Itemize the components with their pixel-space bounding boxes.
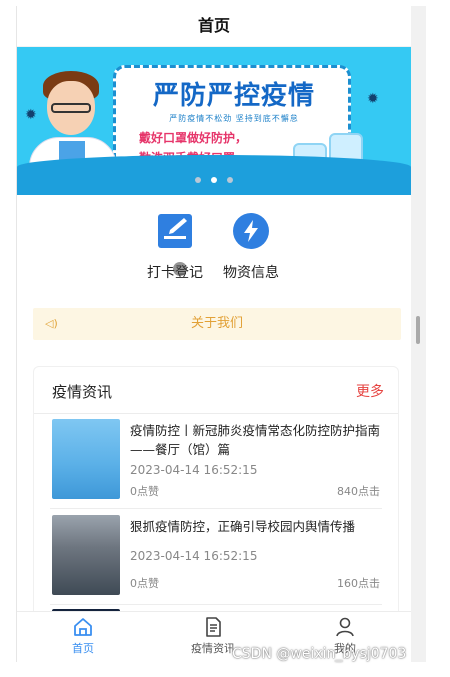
news-item-title: 疫情防控丨新冠肺炎疫情常态化防控防护指南——餐厅（馆）篇 — [130, 423, 381, 457]
carousel-dot-active[interactable] — [211, 177, 217, 183]
news-section-title: 疫情资讯 — [52, 383, 113, 401]
quick-actions: 打卡登记 物资信息 — [17, 212, 411, 290]
divider — [50, 508, 382, 509]
news-item-time: 2023-04-14 16:52:15 — [130, 549, 258, 563]
tab-home-label: 首页 — [72, 642, 94, 655]
banner-headline: 严防严控疫情 — [152, 81, 315, 111]
virus-icon: ✹ — [367, 91, 379, 107]
carousel-dot[interactable] — [195, 177, 201, 183]
glasses-illustration — [51, 103, 91, 113]
news-item-time: 2023-04-14 16:52:15 — [130, 463, 258, 477]
news-item-clicks: 160点击 — [337, 577, 380, 590]
news-section: 疫情资讯 更多 疫情防控丨新冠肺炎疫情常态化防控防护指南——餐厅（馆）篇 202… — [33, 366, 399, 628]
news-list-item[interactable]: 疫情防控丨新冠肺炎疫情常态化防控防护指南——餐厅（馆）篇 2023-04-14 … — [50, 417, 382, 509]
supplies-button[interactable]: 物资信息 — [211, 212, 291, 282]
app-screen: 首页 严防严控疫情 严防疫情不松劲 坚持到底不懈怠 戴好口罩做好防护， 勤洗双手… — [16, 6, 411, 662]
watermark: CSDN @weixin_bysj0703 — [232, 646, 407, 662]
news-item-clicks: 840点击 — [337, 485, 380, 498]
home-icon — [74, 618, 92, 636]
news-thumbnail — [52, 515, 120, 595]
document-icon — [206, 617, 221, 637]
news-header: 疫情资讯 更多 — [34, 367, 398, 414]
news-list-item[interactable]: 狠抓疫情防控，正确引导校园内舆情传播 2023-04-14 16:52:15 0… — [50, 513, 382, 605]
about-us-label: 关于我们 — [190, 316, 243, 331]
checkin-form-icon — [158, 214, 192, 248]
news-more-link[interactable]: 更多 — [356, 381, 384, 401]
virus-icon: ✹ — [25, 107, 37, 123]
about-us-bar[interactable]: ◁) 关于我们 — [33, 308, 401, 340]
tab-home[interactable]: 首页 — [43, 616, 123, 656]
news-thumbnail — [52, 419, 120, 499]
user-icon — [336, 617, 354, 637]
carousel-dot[interactable] — [227, 177, 233, 183]
news-item-title: 狠抓疫情防控，正确引导校园内舆情传播 — [130, 519, 356, 534]
news-item-likes: 0点赞 — [130, 485, 159, 498]
page-title: 首页 — [17, 6, 411, 47]
supplies-label: 物资信息 — [223, 265, 279, 281]
divider — [50, 604, 382, 605]
touch-indicator — [173, 262, 187, 276]
lightning-icon — [233, 213, 269, 249]
banner-tagline: 严防疫情不松劲 坚持到底不懈怠 — [169, 114, 299, 123]
carousel-indicator[interactable] — [17, 168, 411, 187]
banner-carousel[interactable]: 严防严控疫情 严防疫情不松劲 坚持到底不懈怠 戴好口罩做好防护， 勤洗双手戴好口… — [17, 47, 411, 195]
news-item-likes: 0点赞 — [130, 577, 159, 590]
scrollbar-thumb[interactable] — [416, 316, 420, 344]
